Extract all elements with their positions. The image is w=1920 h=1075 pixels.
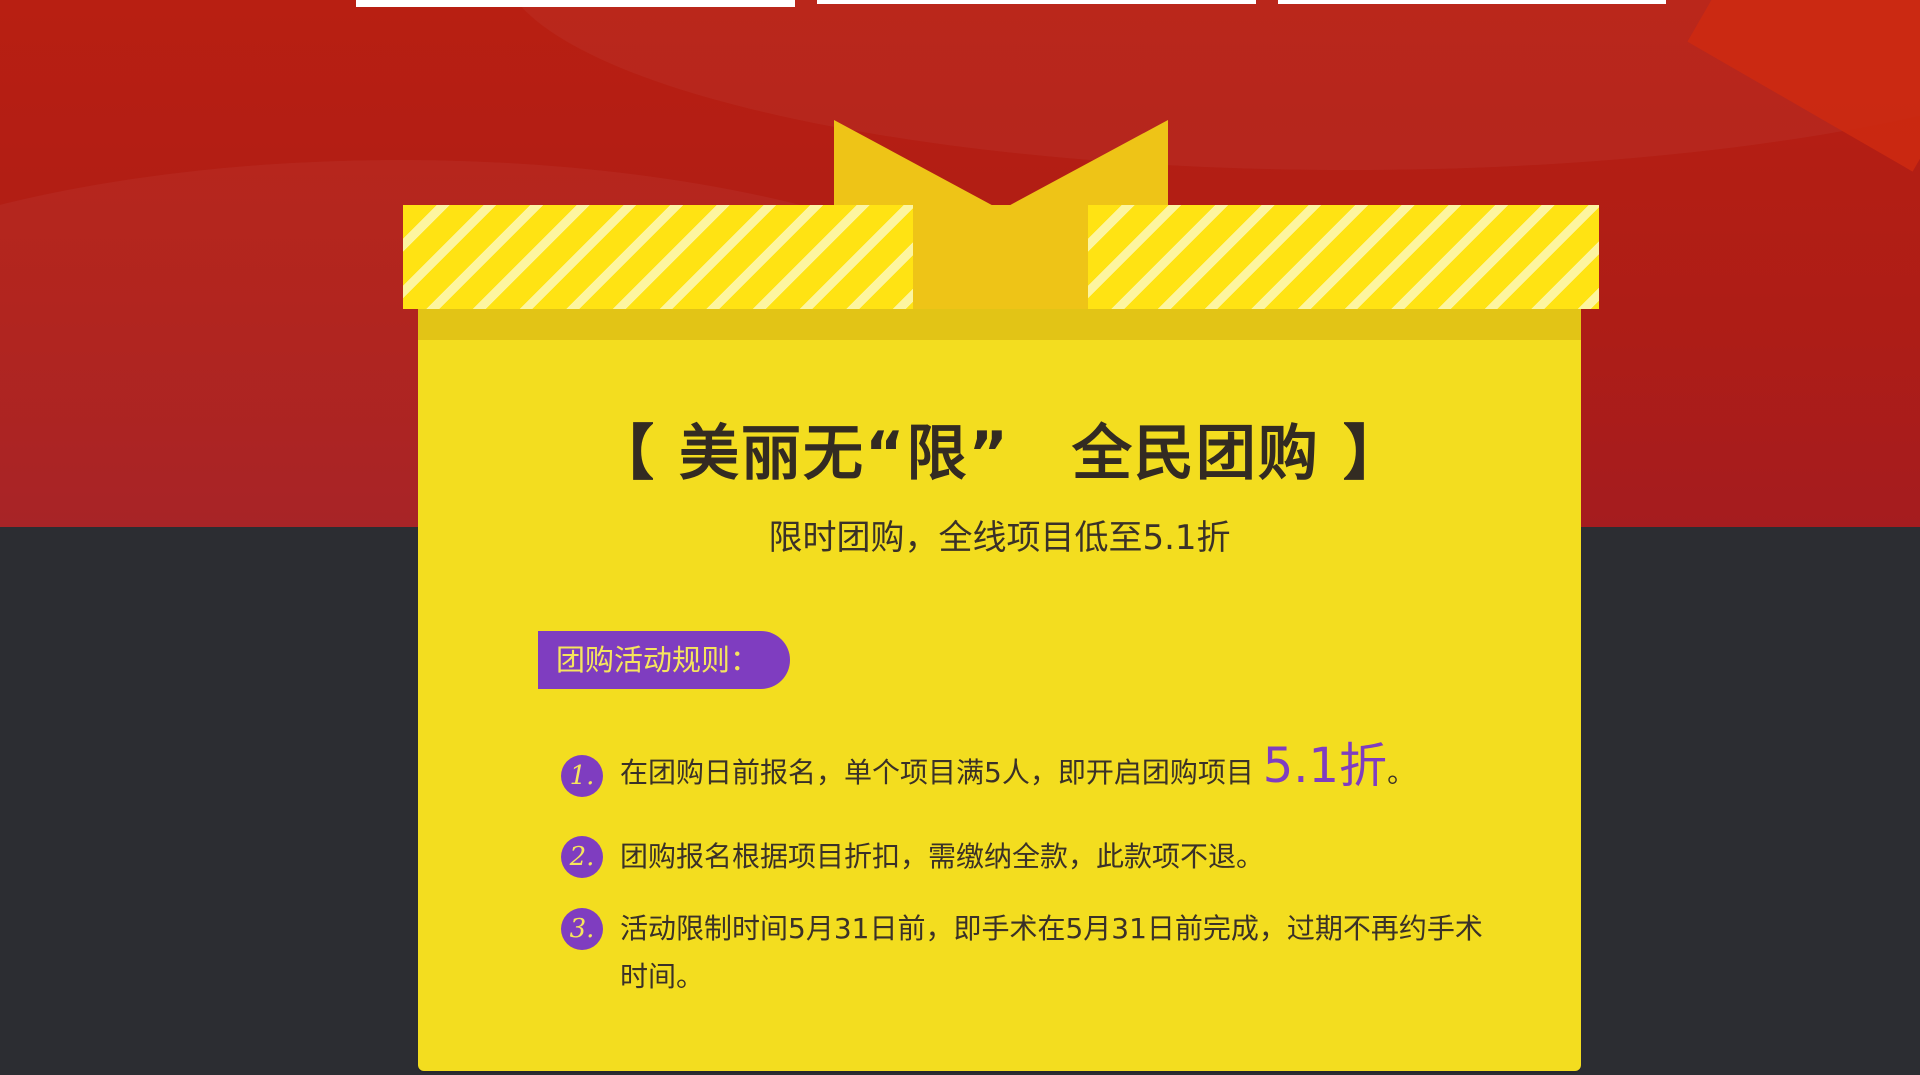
- rule-text: 活动限制时间5月31日前，即手术在5月31日前完成，过期不再约手术时间。: [620, 912, 1483, 993]
- top-nav-tab-3[interactable]: [1278, 0, 1666, 4]
- top-nav-tab-1[interactable]: [356, 0, 795, 7]
- promo-subtitle: 限时团购，全线项目低至5.1折: [768, 518, 1231, 558]
- rule-number-badge: 2.: [561, 836, 603, 878]
- rule-text: 团购报名根据项目折扣，需缴纳全款，此款项不退。: [620, 840, 1265, 873]
- rule-text-main: 在团购日前报名，单个项目满5人，即开启团购项目: [620, 756, 1263, 789]
- gift-lid-right: [1088, 205, 1599, 309]
- top-nav-tab-2[interactable]: [817, 0, 1256, 4]
- promo-title: 【 美丽无“限” 全民团购 】: [594, 419, 1405, 489]
- discount-highlight: 5.1折: [1262, 738, 1388, 794]
- rules-label-badge: 团购活动规则：: [538, 631, 790, 689]
- page: 【 美丽无“限” 全民团购 】 限时团购，全线项目低至5.1折 团购活动规则： …: [0, 0, 1920, 1075]
- rule-number-badge: 1.: [561, 755, 603, 797]
- gift-lid-left: [403, 205, 913, 309]
- gift-ribbon-center: [913, 205, 1088, 309]
- rule-text: 在团购日前报名，单个项目满5人，即开启团购项目 5.1折。: [620, 742, 1520, 797]
- rule-number-badge: 3.: [561, 908, 603, 950]
- rule-text-suffix: 。: [1387, 756, 1416, 789]
- gift-box-shadow: [418, 306, 1581, 340]
